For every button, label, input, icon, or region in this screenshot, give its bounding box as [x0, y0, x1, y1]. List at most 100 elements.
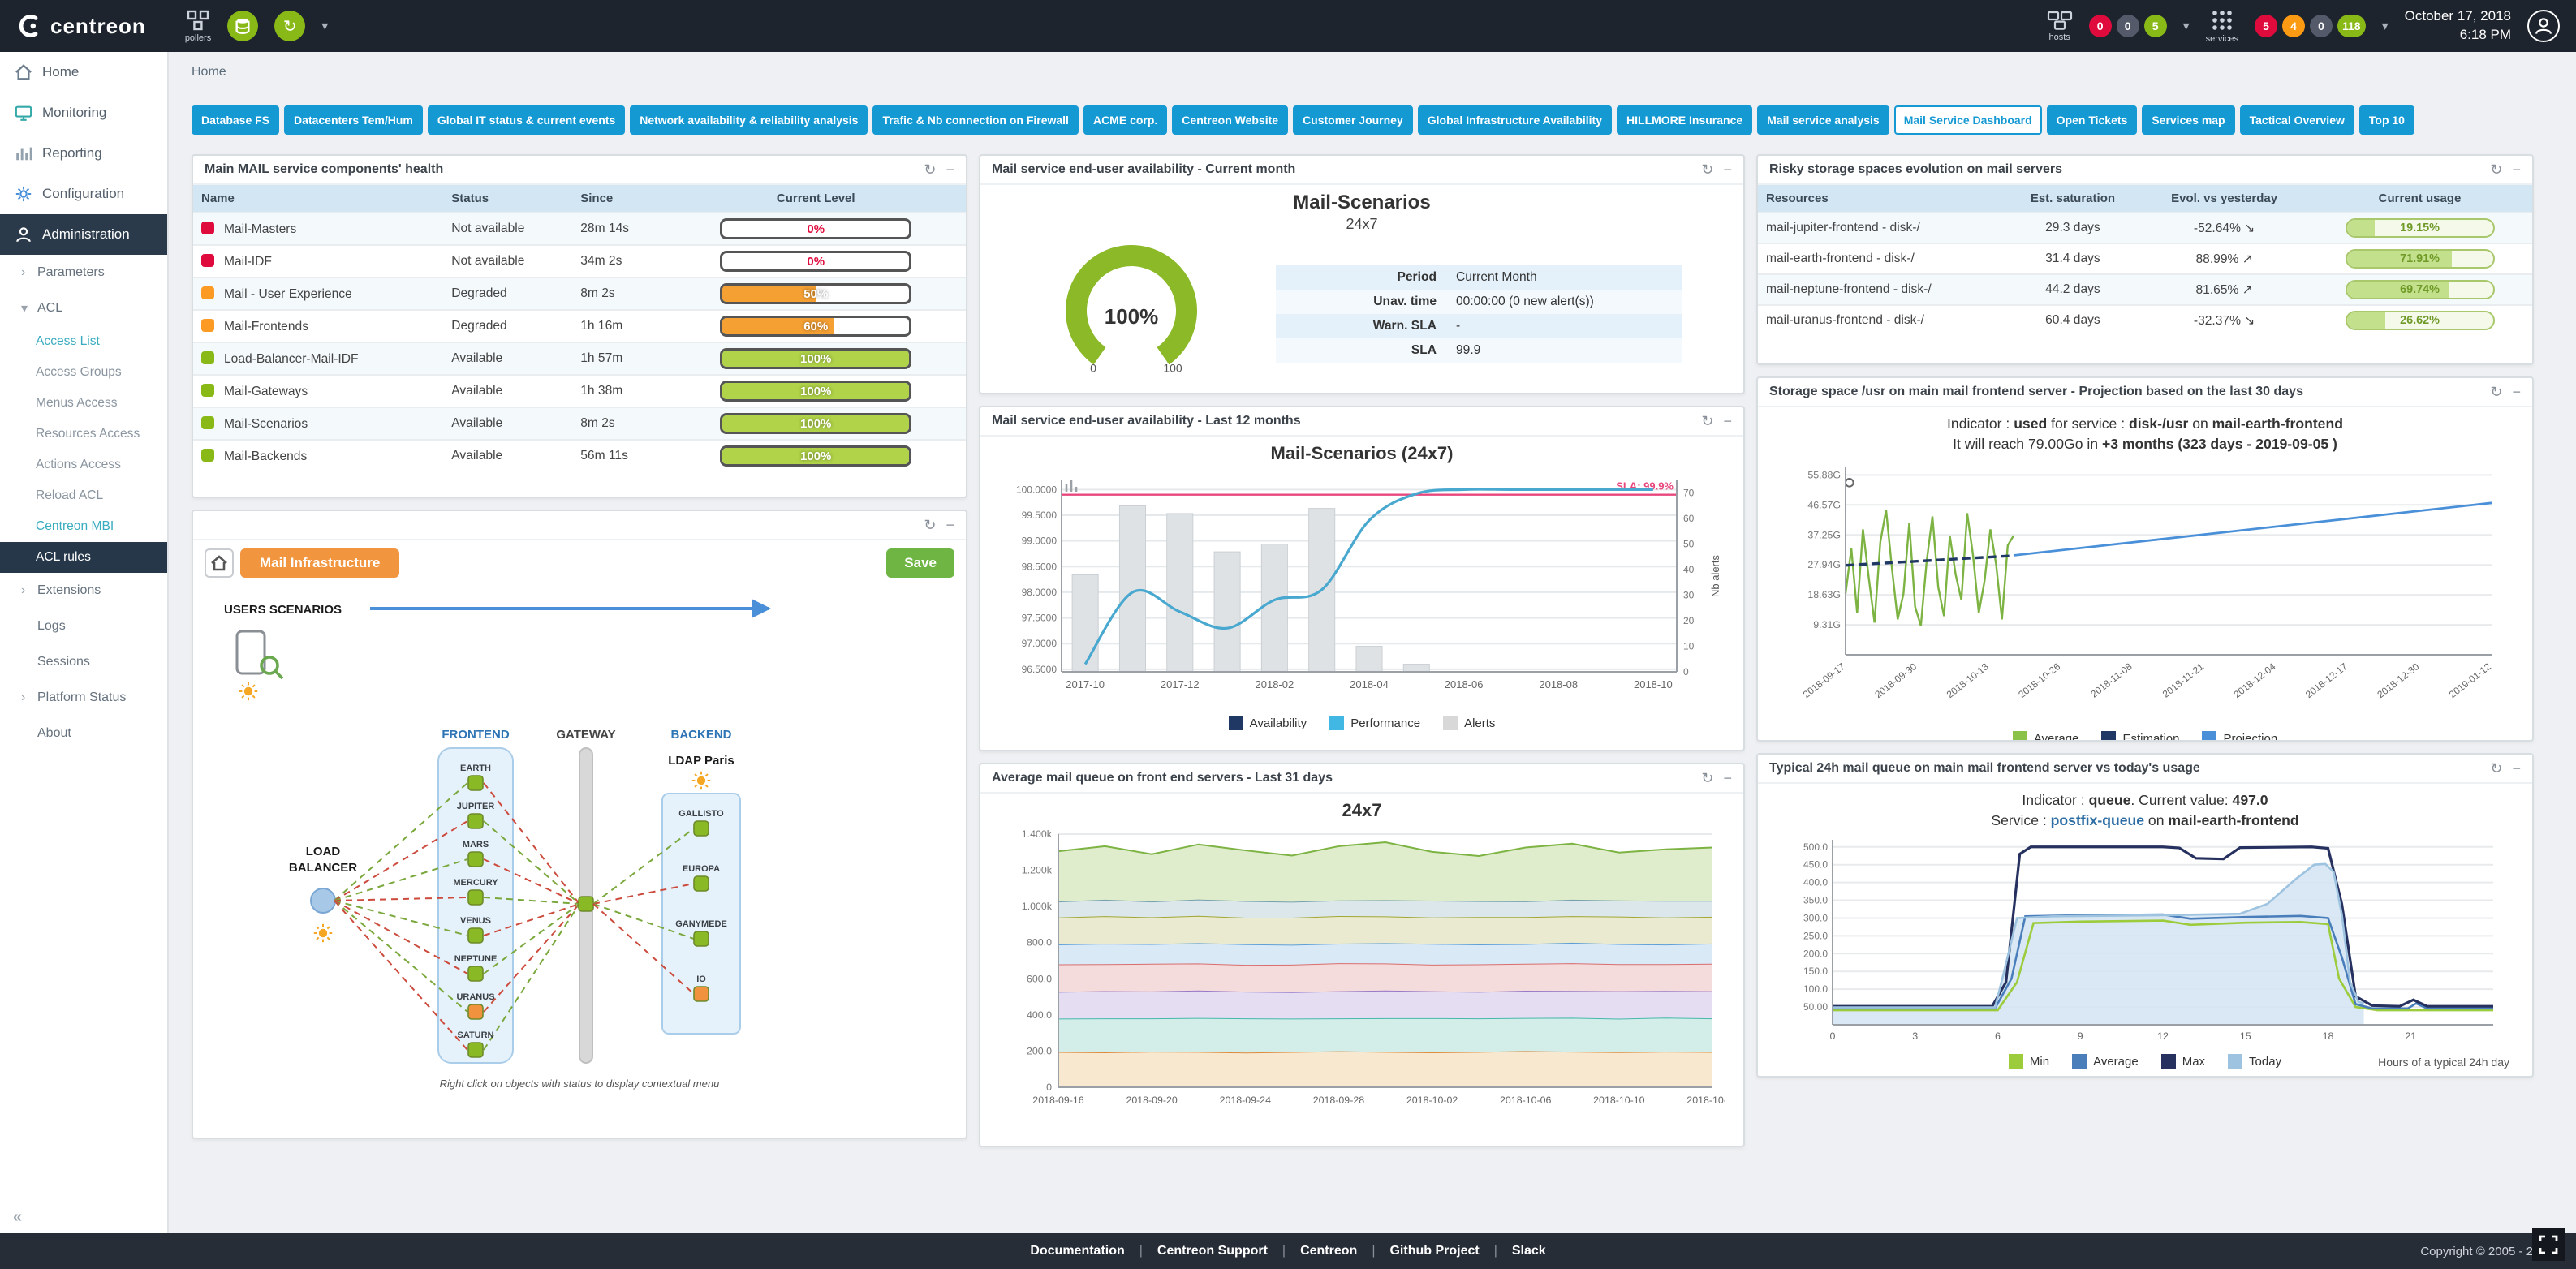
tab-mail-service-dashboard[interactable]: Mail Service Dashboard [1894, 105, 2042, 135]
table-row[interactable]: Mail-IDFNot available34m 2s0% [193, 245, 966, 277]
table-row[interactable]: Mail-BackendsAvailable56m 11s100% [193, 440, 966, 471]
table-row[interactable]: mail-uranus-frontend - disk-/60.4 days-3… [1758, 305, 2532, 335]
component-name: Mail-Frontends [193, 310, 443, 342]
tab-customer-journey[interactable]: Customer Journey [1293, 105, 1413, 135]
sidebar-item-centreon-mbi[interactable]: Centreon MBI [0, 511, 167, 542]
footer-link-documentation[interactable]: Documentation [1030, 1244, 1124, 1258]
sidebar-item-platform-status[interactable]: ›Platform Status [0, 680, 167, 716]
fullscreen-button[interactable] [2532, 1228, 2565, 1261]
table-row[interactable]: Mail - User ExperienceDegraded8m 2s50% [193, 277, 966, 310]
footer-link-centreon[interactable]: Centreon [1300, 1244, 1357, 1258]
table-row[interactable]: Mail-GatewaysAvailable1h 38m100% [193, 375, 966, 407]
info-label: Warn. SLA [1276, 314, 1446, 338]
refresh-icon[interactable]: ↻ [924, 161, 936, 179]
collapse-icon[interactable]: − [946, 517, 954, 534]
sidebar-item-logs[interactable]: Logs [0, 609, 167, 644]
services-chevron-down-icon[interactable]: ▾ [2382, 18, 2389, 34]
sidebar-item-home[interactable]: Home [0, 52, 167, 92]
collapse-icon[interactable]: − [1723, 770, 1732, 787]
chevron-down-icon[interactable]: ▾ [321, 18, 328, 34]
refresh-icon[interactable]: ↻ [1701, 770, 1713, 787]
tab-trafic-nb-connection-on-firewall[interactable]: Trafic & Nb connection on Firewall [872, 105, 1078, 135]
refresh-icon[interactable]: ↻ [2490, 760, 2502, 777]
sidebar-item-acl[interactable]: ▾ACL [0, 290, 167, 326]
sidebar-item-administration[interactable]: Administration [0, 214, 167, 255]
tab-acme-corp[interactable]: ACME corp. [1083, 105, 1167, 135]
hosts-status[interactable]: hosts [2047, 11, 2073, 42]
tab-global-infrastructure-availability[interactable]: Global Infrastructure Availability [1418, 105, 1612, 135]
tab-datacenters-tem-hum[interactable]: Datacenters Tem/Hum [284, 105, 423, 135]
footer: Documentation|Centreon Support|Centreon|… [0, 1233, 2576, 1269]
tab-top-10[interactable]: Top 10 [2359, 105, 2414, 135]
projection-subtitle-1: Indicator : used for service : disk-/usr… [1771, 414, 2519, 434]
sidebar-item-configuration[interactable]: Configuration [0, 174, 167, 214]
sidebar-item-monitoring[interactable]: Monitoring [0, 92, 167, 133]
status-badge[interactable]: 5 [2144, 15, 2167, 37]
text-segment: mail-earth-frontend [2168, 812, 2298, 828]
save-button[interactable]: Save [886, 548, 954, 578]
collapse-icon[interactable]: − [1723, 413, 1732, 430]
sidebar-item-about[interactable]: About [0, 716, 167, 751]
sidebar-collapse-icon[interactable]: « [13, 1208, 22, 1227]
gateway-node[interactable] [579, 897, 593, 911]
refresh-icon[interactable]: ↻ [2490, 384, 2502, 401]
breadcrumb[interactable]: Home [192, 65, 2553, 80]
footer-link-centreon-support[interactable]: Centreon Support [1157, 1244, 1268, 1258]
services-status[interactable]: services [2206, 9, 2238, 44]
latency-status-icon[interactable]: ↻ [274, 11, 305, 41]
tab-centreon-website[interactable]: Centreon Website [1172, 105, 1288, 135]
legend-label: Today [2249, 1055, 2281, 1069]
sidebar-item-menus-access[interactable]: Menus Access [0, 388, 167, 419]
sidebar-item-acl-rules[interactable]: ACL rules [0, 542, 167, 573]
refresh-icon[interactable]: ↻ [1701, 413, 1713, 430]
refresh-icon[interactable]: ↻ [924, 517, 936, 534]
refresh-icon[interactable]: ↻ [1701, 161, 1713, 179]
sidebar-item-access-groups[interactable]: Access Groups [0, 357, 167, 388]
table-row[interactable]: Load-Balancer-Mail-IDFAvailable1h 57m100… [193, 342, 966, 375]
collapse-icon[interactable]: − [946, 161, 954, 179]
centreon-logo[interactable]: centreon [16, 13, 146, 39]
footer-link-slack[interactable]: Slack [1512, 1244, 1546, 1258]
tab-global-it-status-current-events[interactable]: Global IT status & current events [428, 105, 625, 135]
collapse-icon[interactable]: − [2512, 161, 2521, 179]
tab-services-map[interactable]: Services map [2142, 105, 2234, 135]
table-row[interactable]: Mail-MastersNot available28m 14s0% [193, 213, 966, 245]
user-avatar[interactable] [2527, 10, 2560, 42]
status-badge[interactable]: 0 [2089, 15, 2112, 37]
database-status-icon[interactable] [227, 11, 258, 41]
collapse-icon[interactable]: − [2512, 384, 2521, 401]
sidebar-item-resources-access[interactable]: Resources Access [0, 419, 167, 450]
sidebar-item-sessions[interactable]: Sessions [0, 644, 167, 680]
tab-open-tickets[interactable]: Open Tickets [2047, 105, 2138, 135]
collapse-icon[interactable]: − [2512, 760, 2521, 777]
status-badge[interactable]: 4 [2282, 15, 2305, 37]
status-badge[interactable]: 118 [2337, 15, 2366, 37]
status-badge[interactable]: 0 [2117, 15, 2139, 37]
table-row[interactable]: Mail-FrontendsDegraded1h 16m60% [193, 310, 966, 342]
status-badge[interactable]: 5 [2255, 15, 2277, 37]
tab-tactical-overview[interactable]: Tactical Overview [2240, 105, 2354, 135]
sidebar-item-reload-acl[interactable]: Reload ACL [0, 480, 167, 511]
sidebar-item-actions-access[interactable]: Actions Access [0, 450, 167, 480]
sidebar-item-access-list[interactable]: Access List [0, 326, 167, 357]
tab-network-availability-reliability-analysis[interactable]: Network availability & reliability analy… [630, 105, 868, 135]
footer-link-github-project[interactable]: Github Project [1389, 1244, 1479, 1258]
info-label: SLA [1276, 338, 1446, 363]
refresh-icon[interactable]: ↻ [2490, 161, 2502, 179]
table-row[interactable]: mail-jupiter-frontend - disk-/29.3 days-… [1758, 213, 2532, 243]
tab-hillmore-insurance[interactable]: HILLMORE Insurance [1617, 105, 1752, 135]
status-badge[interactable]: 0 [2310, 15, 2333, 37]
tab-mail-service-analysis[interactable]: Mail service analysis [1757, 105, 1889, 135]
table-row[interactable]: Mail-ScenariosAvailable8m 2s100% [193, 407, 966, 440]
tab-database-fs[interactable]: Database FS [192, 105, 279, 135]
pollers-status[interactable]: pollers [185, 10, 211, 43]
table-row[interactable]: mail-earth-frontend - disk-/31.4 days88.… [1758, 243, 2532, 274]
legend-swatch [2202, 731, 2216, 742]
hosts-chevron-down-icon[interactable]: ▾ [2183, 18, 2190, 34]
text-segment: mail-earth-frontend [2212, 415, 2343, 432]
sidebar-item-extensions[interactable]: ›Extensions [0, 573, 167, 609]
sidebar-item-reporting[interactable]: Reporting [0, 133, 167, 174]
sidebar-item-parameters[interactable]: ›Parameters [0, 255, 167, 290]
collapse-icon[interactable]: − [1723, 161, 1732, 179]
table-row[interactable]: mail-neptune-frontend - disk-/44.2 days8… [1758, 274, 2532, 305]
